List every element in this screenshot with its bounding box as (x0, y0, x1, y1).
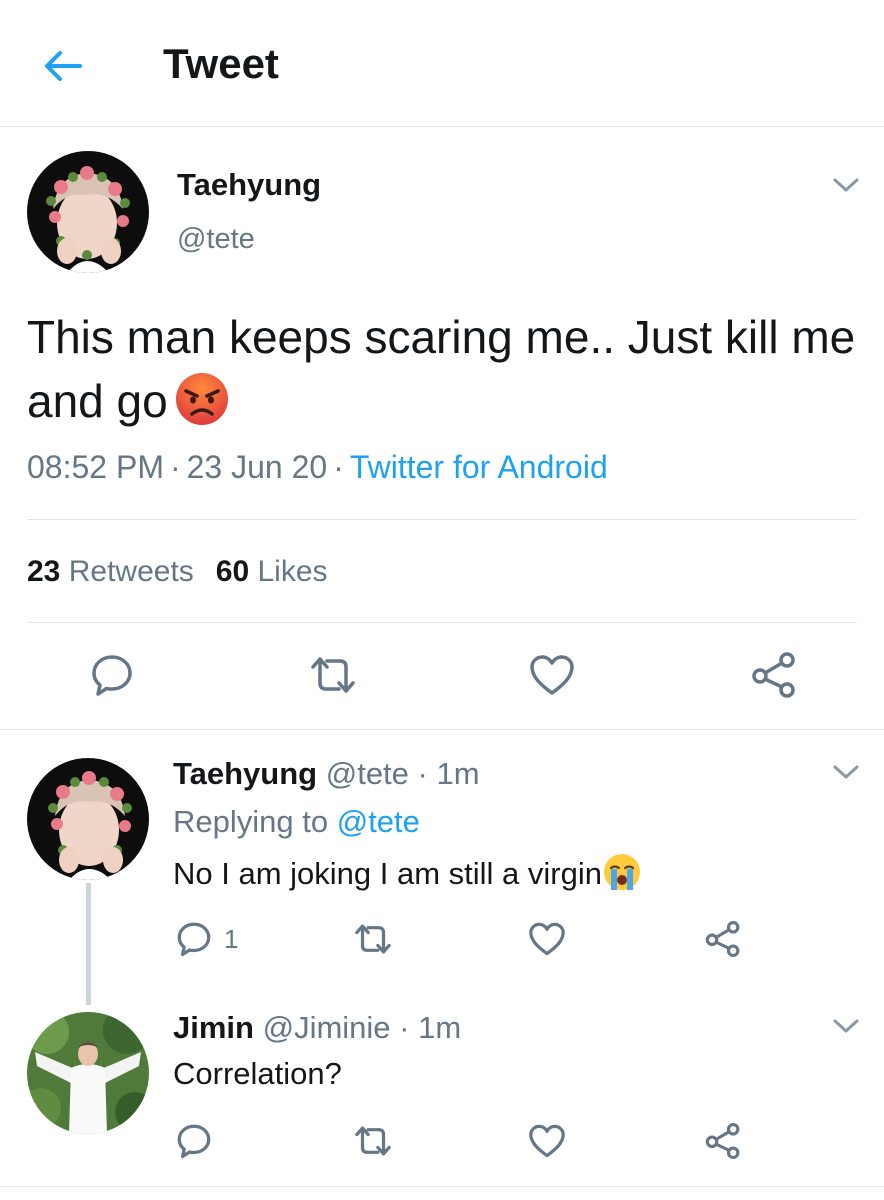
heart-icon (529, 1124, 565, 1158)
reply-text: Correlation? (173, 1056, 342, 1091)
avatar[interactable] (27, 151, 149, 273)
tweet-date: 23 Jun 20 (186, 449, 328, 485)
reply-icon (177, 1124, 211, 1159)
more-options-button[interactable] (830, 169, 862, 201)
author-handle[interactable]: @Jiminie (263, 1010, 391, 1045)
separator: · (333, 449, 344, 485)
chevron-down-icon (833, 765, 859, 779)
reply-icon (177, 922, 211, 957)
retweet-icon (355, 1126, 391, 1156)
tweet-metadata: 08:52 PM · 23 Jun 20 · Twitter for Android (27, 449, 608, 486)
engagement-stats: 23 Retweets 60 Likes (27, 555, 328, 589)
like-button[interactable] (524, 647, 580, 703)
reply-text: No I am joking I am still a virgin (173, 852, 642, 892)
share-button[interactable] (746, 647, 802, 703)
reply-button[interactable] (176, 1118, 212, 1164)
reply-actions: 1 (0, 916, 884, 962)
divider (27, 622, 857, 623)
reply-header: Jimin @Jiminie · 1m (173, 1010, 461, 1046)
avatar[interactable] (27, 1012, 149, 1134)
tweet-source-link[interactable]: Twitter for Android (350, 449, 608, 485)
reply-actions (0, 1118, 884, 1164)
back-button[interactable] (40, 44, 84, 88)
chevron-down-icon (833, 178, 859, 192)
reply-time: 1m (418, 1010, 462, 1045)
more-options-button[interactable] (830, 756, 862, 788)
share-button[interactable] (704, 1118, 742, 1164)
retweets-label: Retweets (68, 555, 194, 588)
divider (27, 519, 857, 520)
avatar[interactable] (27, 758, 149, 880)
author-name[interactable]: Jimin (173, 1010, 254, 1045)
tweet-time: 08:52 PM (27, 449, 164, 485)
arrow-left-icon (45, 51, 82, 81)
likes-stat[interactable]: 60 Likes (216, 555, 328, 588)
tweet-text: This man keeps scaring me.. Just kill me… (27, 305, 857, 433)
retweet-button[interactable] (352, 916, 394, 962)
replying-to: Replying to @tete (173, 804, 420, 840)
share-icon (705, 921, 740, 957)
heart-icon (529, 922, 565, 956)
top-bar: Tweet (0, 0, 884, 127)
retweet-icon (355, 924, 391, 954)
reply-icon (92, 655, 132, 696)
divider (0, 1186, 884, 1187)
reply-tweet[interactable]: Taehyung @tete · 1m Replying to @tete No… (0, 730, 884, 1000)
retweet-button[interactable] (305, 647, 361, 703)
more-options-button[interactable] (830, 1010, 862, 1042)
share-button[interactable] (704, 916, 742, 962)
main-tweet: Taehyung @tete This man keeps scaring me… (0, 127, 884, 730)
likes-count: 60 (215, 555, 250, 588)
retweet-button[interactable] (352, 1118, 394, 1164)
author-name[interactable]: Taehyung (177, 167, 321, 203)
tweet-actions (0, 647, 884, 703)
separator: · (169, 449, 181, 485)
reply-tweet[interactable]: Jimin @Jiminie · 1m Correlation? (0, 1000, 884, 1186)
retweets-count: 23 (27, 555, 61, 588)
author-handle[interactable]: @tete (177, 223, 255, 256)
angry-face-emoji (175, 373, 228, 425)
like-button[interactable] (528, 916, 566, 962)
likes-label: Likes (257, 555, 328, 588)
replying-to-handle[interactable]: @tete (337, 804, 420, 839)
replying-label: Replying to (173, 804, 329, 839)
reply-text-content: No I am joking I am still a virgin (173, 856, 602, 891)
thread-connector-line (86, 883, 91, 1005)
reply-header: Taehyung @tete · 1m (173, 756, 480, 792)
heart-icon (530, 655, 574, 695)
reply-time: 1m (436, 756, 480, 791)
reply-button[interactable]: 1 (176, 916, 238, 962)
author-name[interactable]: Taehyung (173, 756, 317, 791)
page-title: Tweet (163, 40, 279, 87)
loudly-crying-face-emoji (603, 854, 640, 890)
author-handle[interactable]: @tete (326, 756, 409, 791)
retweet-icon (311, 657, 355, 693)
separator: · (399, 1010, 410, 1045)
separator: · (417, 756, 428, 791)
share-icon (705, 1123, 740, 1159)
share-icon (752, 652, 795, 698)
tweet-text-content: This man keeps scaring me.. Just kill me… (27, 311, 856, 427)
chevron-down-icon (833, 1019, 859, 1033)
like-button[interactable] (528, 1118, 566, 1164)
reply-count: 1 (224, 923, 239, 954)
retweets-stat[interactable]: 23 Retweets (27, 555, 194, 588)
reply-button[interactable] (84, 647, 140, 703)
